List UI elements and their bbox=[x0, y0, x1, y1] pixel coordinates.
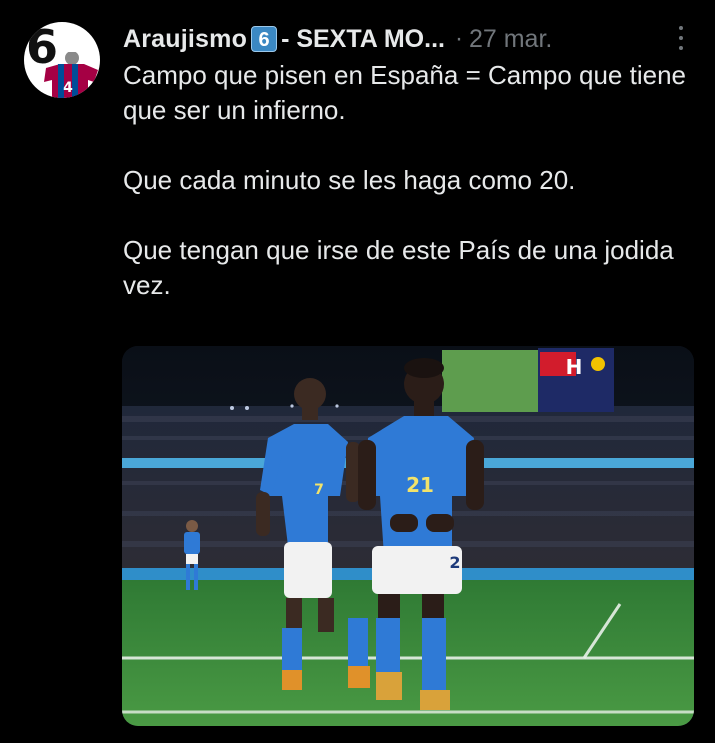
tweet-paragraph-1: Campo que pisen en España = Campo que ti… bbox=[123, 60, 686, 125]
tweet-paragraph-2: Que cada minuto se les haga como 20. bbox=[123, 165, 576, 195]
football-celebration-photo: H 7 21 2 bbox=[122, 346, 694, 726]
number-six-badge-icon: 6 bbox=[251, 26, 278, 52]
tweet[interactable]: 6 4 Araujismo 6 - SEXTA MO... · 27 mar. … bbox=[0, 0, 715, 743]
svg-text:H: H bbox=[566, 355, 583, 379]
tweet-timestamp[interactable]: 27 mar. bbox=[469, 25, 552, 54]
header-separator: · bbox=[454, 25, 463, 52]
dot-icon bbox=[679, 46, 683, 50]
tweet-paragraph-3: Que tengan que irse de este País de una … bbox=[123, 235, 674, 300]
dot-icon bbox=[679, 36, 683, 40]
player-twenty-one-number: 21 bbox=[406, 473, 434, 497]
avatar-jersey-icon: 4 bbox=[44, 52, 98, 98]
tweet-text: Campo que pisen en España = Campo que ti… bbox=[123, 58, 693, 303]
more-options-icon[interactable] bbox=[673, 26, 689, 50]
author-name[interactable]: Araujismo bbox=[123, 25, 247, 54]
tweet-media-photo[interactable]: H 7 21 2 bbox=[122, 346, 694, 726]
dot-icon bbox=[679, 26, 683, 30]
player-far-right-number: 2 bbox=[449, 553, 460, 572]
tweet-header: Araujismo 6 - SEXTA MO... · 27 mar. bbox=[123, 22, 693, 56]
avatar[interactable]: 6 4 bbox=[24, 22, 100, 98]
player-seven-number: 7 bbox=[314, 482, 324, 498]
author-name-suffix[interactable]: - SEXTA MO... bbox=[281, 25, 445, 54]
svg-text:4: 4 bbox=[63, 80, 73, 96]
